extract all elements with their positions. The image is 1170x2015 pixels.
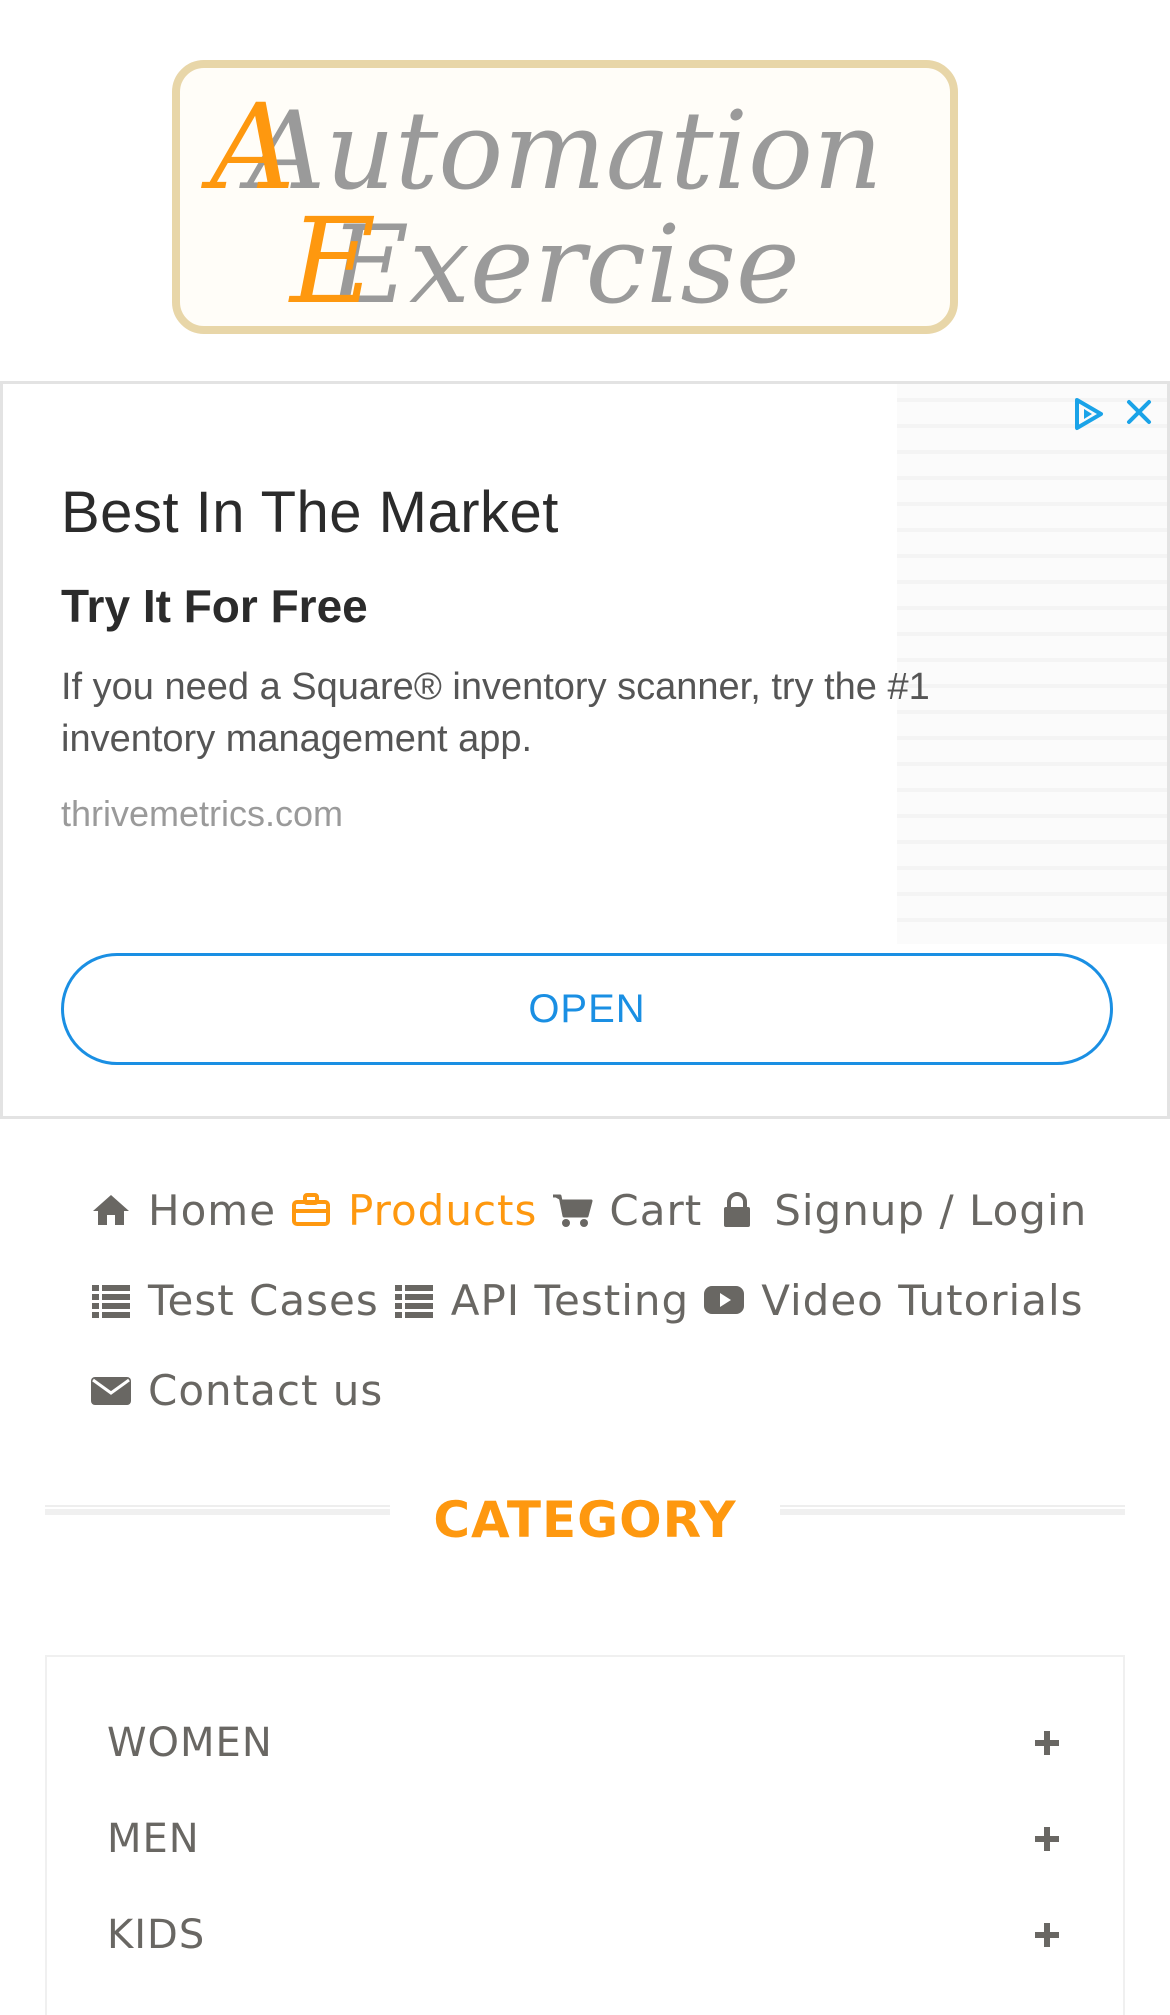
category-item-label: MEN bbox=[107, 1816, 200, 1862]
logo-accent-a: A bbox=[201, 78, 295, 216]
envelope-icon bbox=[88, 1367, 134, 1413]
ad-open-button[interactable]: OPEN bbox=[61, 953, 1113, 1065]
nav-contact-us-label: Contact us bbox=[148, 1365, 384, 1415]
ad-domain[interactable]: thrivemetrics.com bbox=[61, 793, 343, 835]
nav-test-cases-label: Test Cases bbox=[148, 1275, 379, 1325]
category-panel: WOMEN MEN KIDS bbox=[45, 1655, 1125, 2015]
nav-api-testing-label: API Testing bbox=[450, 1275, 690, 1325]
category-heading: CATEGORY bbox=[45, 1491, 1125, 1565]
nav-row-1: Home Products Cart Signup / Login bbox=[88, 1165, 1088, 1255]
home-icon bbox=[88, 1187, 134, 1233]
ad-body-text: If you need a Square® inventory scanner,… bbox=[61, 666, 930, 760]
plus-icon[interactable] bbox=[1032, 1728, 1062, 1758]
briefcase-icon bbox=[288, 1187, 334, 1233]
logo-image: Automation Exercise A E bbox=[172, 60, 958, 334]
category-item-women[interactable]: WOMEN bbox=[107, 1713, 1062, 1773]
logo-line2: Exercise bbox=[328, 203, 800, 328]
site-logo[interactable]: Automation Exercise A E bbox=[172, 60, 958, 334]
list-icon bbox=[88, 1277, 134, 1323]
nav-home[interactable]: Home bbox=[88, 1186, 276, 1235]
adchoices-icon[interactable] bbox=[1067, 394, 1107, 434]
nav-test-cases[interactable]: Test Cases bbox=[88, 1276, 379, 1325]
nav-cart[interactable]: Cart bbox=[549, 1186, 702, 1235]
category-item-label: WOMEN bbox=[107, 1720, 273, 1766]
nav-cart-label: Cart bbox=[609, 1185, 703, 1235]
nav-home-label: Home bbox=[148, 1185, 277, 1235]
nav-row-3: Contact us bbox=[88, 1345, 1088, 1435]
category-item-label: KIDS bbox=[107, 1912, 206, 1958]
nav-products-label: Products bbox=[348, 1185, 538, 1235]
nav-products[interactable]: Products bbox=[288, 1186, 537, 1235]
nav-signup-login[interactable]: Signup / Login bbox=[714, 1186, 1087, 1235]
plus-icon[interactable] bbox=[1032, 1824, 1062, 1854]
cart-icon bbox=[549, 1187, 595, 1233]
nav-video-tutorials[interactable]: Video Tutorials bbox=[701, 1276, 1083, 1325]
list-icon bbox=[391, 1277, 437, 1323]
nav-signup-login-label: Signup / Login bbox=[774, 1185, 1088, 1235]
category-title: CATEGORY bbox=[433, 1491, 737, 1549]
close-icon[interactable] bbox=[1119, 392, 1159, 432]
nav-video-tutorials-label: Video Tutorials bbox=[761, 1275, 1084, 1325]
nav-row-2: Test Cases API Testing Video Tutorials bbox=[88, 1255, 1088, 1345]
category-item-kids[interactable]: KIDS bbox=[107, 1905, 1062, 1965]
nav-api-testing[interactable]: API Testing bbox=[391, 1276, 689, 1325]
ad-subheadline: Try It For Free bbox=[61, 580, 368, 632]
advertisement[interactable]: Best In The Market Try It For Free If yo… bbox=[0, 381, 1170, 1119]
plus-icon[interactable] bbox=[1032, 1920, 1062, 1950]
nav-contact-us[interactable]: Contact us bbox=[88, 1366, 383, 1415]
ad-headline[interactable]: Best In The Market bbox=[61, 479, 559, 546]
category-item-men[interactable]: MEN bbox=[107, 1809, 1062, 1869]
logo-accent-e: E bbox=[288, 192, 376, 330]
lock-icon bbox=[714, 1187, 760, 1233]
youtube-play-icon bbox=[701, 1277, 747, 1323]
main-nav: Home Products Cart Signup / Login Test C… bbox=[88, 1165, 1088, 1435]
